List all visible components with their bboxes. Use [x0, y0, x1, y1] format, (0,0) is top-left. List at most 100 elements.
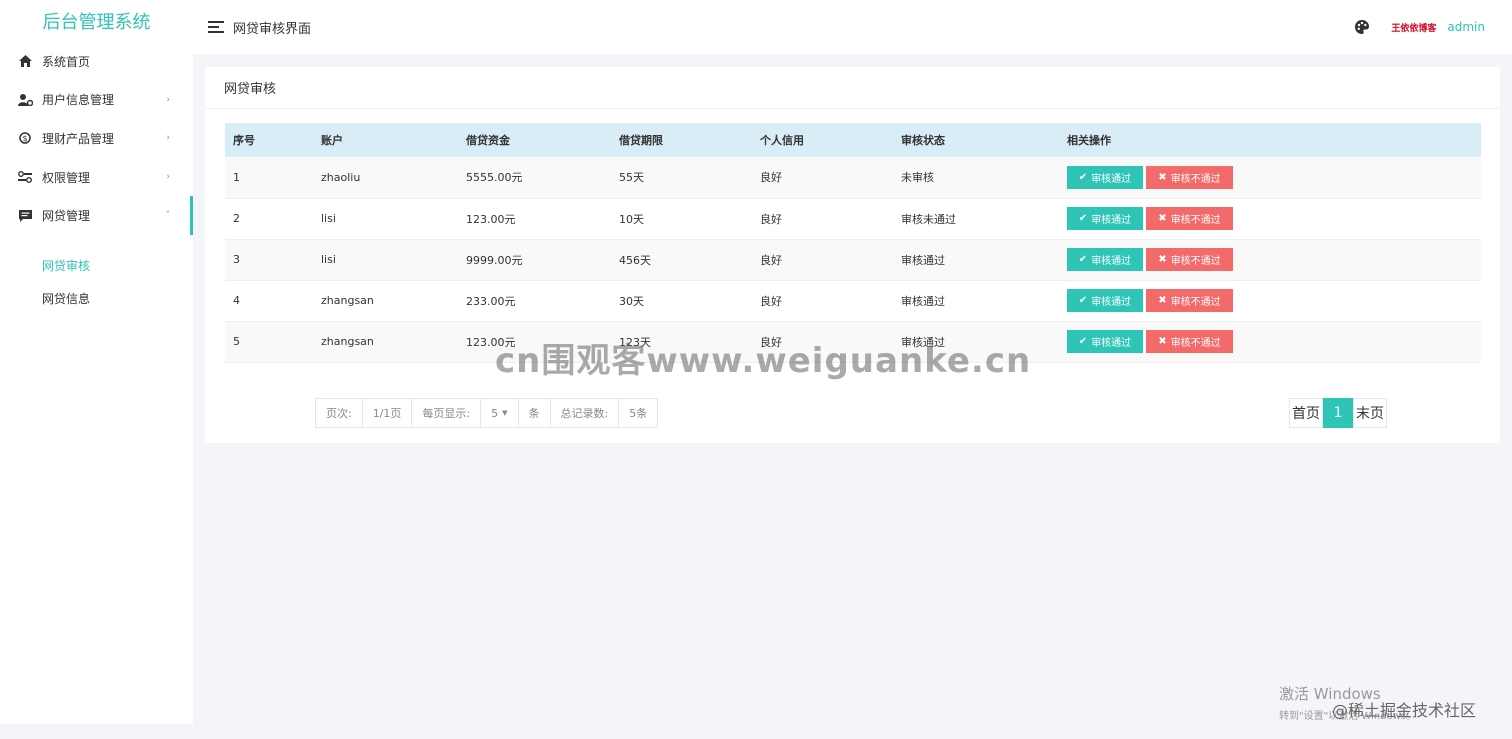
per-page-label: 每页显示: [412, 399, 482, 427]
sidebar-item-label: 系统首页 [42, 54, 91, 69]
svg-text:$: $ [23, 134, 28, 143]
sidebar-item-label: 网贷管理 [42, 209, 91, 224]
approve-button[interactable]: ✔ 审核通过 [1067, 248, 1143, 271]
reject-button[interactable]: ✖ 审核不通过 [1146, 165, 1233, 189]
pagination-nav: 首页 1 末页 [1289, 398, 1387, 428]
loan-submenu: 网贷审核 网贷信息 [0, 235, 193, 315]
center-watermark: cn围观客www.weiguanke.cn [495, 341, 1032, 381]
page-label: 页次: [316, 399, 363, 427]
cell-amount: 5555.00元 [458, 157, 611, 199]
column-header: 相关操作 [1059, 123, 1481, 157]
card-title: 网贷审核 [205, 67, 1500, 109]
chevron-right-icon: › [166, 172, 170, 183]
column-header: 借贷期限 [611, 123, 752, 157]
cell-amount: 123.00元 [458, 198, 611, 240]
sidebar-item-loan[interactable]: 网贷管理 ˇ [0, 196, 193, 235]
per-page-value: 5 [491, 406, 499, 420]
cell-actions: ✔ 审核通过 ✖ 审核不通过 [1059, 239, 1481, 281]
loan-review-card: 网贷审核 序号 账户 借贷资金 借贷期限 个人信用 审核状态 相关操作 1 zh… [205, 67, 1500, 443]
cell-actions: ✔ 审核通过 ✖ 审核不通过 [1059, 280, 1481, 322]
brand-signature: 王依依博客 [1391, 23, 1437, 34]
chevron-right-icon: › [166, 94, 170, 105]
column-header: 个人信用 [752, 123, 893, 157]
column-header: 借贷资金 [458, 123, 611, 157]
home-icon [17, 54, 33, 68]
first-page-button[interactable]: 首页 [1289, 398, 1323, 428]
reject-button[interactable]: ✖ 审核不通过 [1146, 330, 1233, 353]
cell-credit: 良好 [752, 157, 893, 199]
close-icon: ✖ [1158, 254, 1167, 265]
cell-no: 1 [225, 157, 313, 199]
cell-no: 5 [225, 321, 313, 363]
total-label: 总记录数: [550, 399, 620, 427]
header-right: 王依依博客 admin [1355, 0, 1485, 54]
sidebar-item-label: 理财产品管理 [42, 131, 115, 146]
caret-down-icon: ▼ [502, 409, 508, 417]
sidebar-menu: 系统首页 用户信息管理 › $ 理财产品管理 › 权限管理 › 网贷管理 ˇ [0, 42, 193, 235]
sidebar-item-home[interactable]: 系统首页 [0, 42, 193, 81]
approve-button[interactable]: ✔ 审核通过 [1067, 207, 1143, 230]
table-row: 3 lisi 9999.00元 456天 良好 审核通过 ✔ 审核通过 ✖ 审核不通过 [225, 239, 1481, 281]
user-menu[interactable]: admin [1447, 20, 1485, 34]
reject-button[interactable]: ✖ 审核不通过 [1146, 207, 1233, 230]
approve-label: 审核通过 [1091, 256, 1132, 267]
cell-actions: ✔ 审核通过 ✖ 审核不通过 [1059, 157, 1481, 199]
per-page-unit: 条 [518, 399, 551, 427]
sidebar-item-permission[interactable]: 权限管理 › [0, 158, 193, 197]
submenu-item-loan-review[interactable]: 网贷审核 [0, 249, 193, 282]
sidebar-item-label: 权限管理 [42, 170, 91, 185]
message-icon [17, 209, 33, 223]
check-icon: ✔ [1078, 213, 1088, 224]
cell-status: 审核通过 [893, 239, 1059, 281]
menu-toggle-icon[interactable] [208, 21, 224, 33]
cell-status: 审核通过 [893, 280, 1059, 322]
check-icon: ✔ [1078, 171, 1088, 183]
submenu-item-loan-info[interactable]: 网贷信息 [0, 282, 193, 315]
table-row: 4 zhangsan 233.00元 30天 良好 审核通过 ✔ 审核通过 ✖ 审核不… [225, 280, 1481, 322]
approve-button[interactable]: ✔ 审核通过 [1067, 165, 1143, 189]
cell-status: 未审核 [893, 157, 1059, 199]
cell-actions: ✔ 审核通过 ✖ 审核不通过 [1059, 321, 1481, 363]
close-icon: ✖ [1158, 213, 1167, 224]
per-page-select[interactable]: 5 ▼ [481, 399, 519, 427]
cell-term: 55天 [611, 157, 752, 199]
top-header: 网贷审核界面 王依依博客 admin [193, 0, 1512, 54]
column-header: 账户 [313, 123, 458, 157]
cell-amount: 9999.00元 [458, 239, 611, 281]
cell-credit: 良好 [752, 280, 893, 322]
sidebar: 后台管理系统 系统首页 用户信息管理 › $ 理财产品管理 › 权限管理 › 网… [0, 0, 193, 724]
sidebar-item-label: 用户信息管理 [42, 93, 115, 108]
app-title: 后台管理系统 [42, 12, 151, 33]
last-page-button[interactable]: 末页 [1353, 398, 1387, 428]
check-icon: ✔ [1078, 254, 1088, 265]
sidebar-item-user-info[interactable]: 用户信息管理 › [0, 81, 193, 120]
chevron-right-icon: › [166, 133, 170, 144]
permission-icon [17, 170, 33, 184]
cell-term: 10天 [611, 198, 752, 240]
cell-amount: 233.00元 [458, 280, 611, 322]
cell-no: 2 [225, 198, 313, 240]
reject-label: 审核不通过 [1170, 297, 1221, 308]
page-1-button[interactable]: 1 [1323, 398, 1353, 428]
palette-icon[interactable] [1355, 20, 1370, 34]
reject-button[interactable]: ✖ 审核不通过 [1146, 248, 1233, 271]
sidebar-item-finance[interactable]: $ 理财产品管理 › [0, 119, 193, 158]
cell-account: zhaoliu [313, 157, 458, 199]
approve-label: 审核通过 [1091, 215, 1132, 226]
cell-credit: 良好 [752, 239, 893, 281]
approve-button[interactable]: ✔ 审核通过 [1067, 330, 1143, 353]
reject-button[interactable]: ✖ 审核不通过 [1146, 289, 1233, 312]
pagination-info: 页次: 1/1页 每页显示: 5 ▼ 条 总记录数: 5条 [315, 398, 659, 428]
cell-status: 审核未通过 [893, 198, 1059, 240]
reject-label: 审核不通过 [1170, 256, 1221, 267]
approve-button[interactable]: ✔ 审核通过 [1067, 289, 1143, 312]
finance-icon: $ [17, 131, 33, 145]
reject-label: 审核不通过 [1170, 215, 1221, 226]
column-header: 审核状态 [893, 123, 1059, 157]
reject-label: 审核不通过 [1170, 173, 1221, 185]
user-settings-icon [17, 93, 33, 107]
cell-no: 4 [225, 280, 313, 322]
page-title: 网贷审核界面 [233, 21, 312, 37]
chevron-down-icon: ˇ [165, 210, 171, 221]
loan-table: 序号 账户 借贷资金 借贷期限 个人信用 审核状态 相关操作 1 zhaoliu… [225, 123, 1481, 363]
